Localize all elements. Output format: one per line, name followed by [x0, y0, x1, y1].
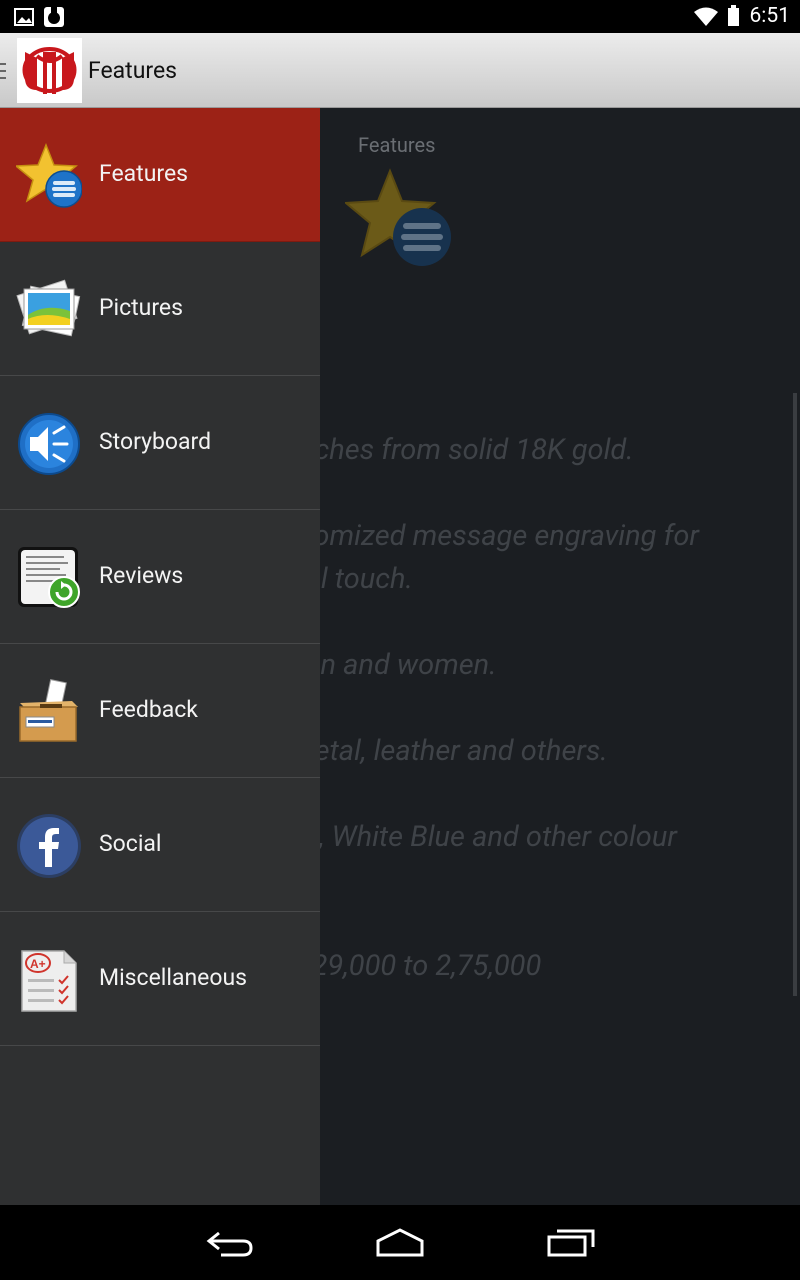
drawer-indicator-icon[interactable]: [0, 63, 6, 79]
feature-line-4: nen and women.: [290, 648, 497, 682]
gallery-notification-icon: [14, 7, 64, 27]
feature-line-6: ck, White Blue and other colour: [290, 820, 677, 854]
back-button[interactable]: [205, 1227, 255, 1263]
navigation-drawer: Features Pictures Storyboard Reviews Fee…: [0, 108, 320, 1205]
drawer-item-social[interactable]: Social: [0, 778, 320, 912]
drawer-item-feedback[interactable]: Feedback: [0, 644, 320, 778]
clock: 6:51: [749, 4, 791, 28]
action-bar: Features: [0, 33, 800, 108]
feature-line-1: atches from solid 18K gold.: [290, 433, 634, 467]
recent-apps-button[interactable]: [545, 1227, 597, 1263]
content-heading: Features: [358, 133, 436, 157]
home-button[interactable]: [374, 1227, 426, 1263]
drawer-item-label: Miscellaneous: [99, 964, 248, 991]
feature-line-7: s 29,000 to 2,75,000: [290, 949, 542, 983]
back-arrow-icon: [206, 1231, 253, 1257]
wifi-battery-icon: [694, 5, 739, 26]
drawer-item-pictures[interactable]: Pictures: [0, 242, 320, 376]
feature-line-5: metal, leather and others.: [290, 734, 608, 768]
facebook-icon: [16, 813, 82, 879]
system-navigation-bar: [0, 1205, 800, 1280]
drawer-item-label: Storyboard: [99, 428, 212, 455]
feedback-box-icon: [16, 679, 82, 745]
drawer-item-label: Social: [99, 830, 162, 857]
notification-icons: [14, 6, 70, 32]
checklist-icon: A+: [16, 947, 82, 1013]
home-icon: [376, 1228, 424, 1257]
drawer-item-storyboard[interactable]: Storyboard: [0, 376, 320, 510]
drawer-item-label: Reviews: [99, 562, 184, 589]
status-bar: 6:51: [0, 0, 800, 33]
photos-icon: [16, 277, 82, 343]
feature-line-2: stomized message engraving for: [290, 519, 699, 553]
recent-apps-icon: [547, 1229, 595, 1257]
drawer-item-label: Pictures: [99, 294, 183, 321]
document-refresh-icon: [16, 545, 82, 611]
drawer-item-reviews[interactable]: Reviews: [0, 510, 320, 644]
page-title: Features: [88, 57, 178, 84]
drawer-item-label: Feedback: [99, 696, 198, 723]
scrollbar[interactable]: [793, 393, 797, 996]
star-list-icon: [14, 142, 83, 209]
svg-text:A+: A+: [30, 957, 46, 971]
drawer-item-label: Features: [99, 160, 189, 187]
app-logo[interactable]: [17, 38, 82, 103]
system-icons: [692, 5, 742, 31]
drawer-item-features[interactable]: Features: [0, 108, 320, 242]
speaker-icon: [16, 411, 82, 477]
features-star-icon: [343, 165, 455, 279]
drawer-item-miscellaneous[interactable]: A+ Miscellaneous: [0, 912, 320, 1046]
